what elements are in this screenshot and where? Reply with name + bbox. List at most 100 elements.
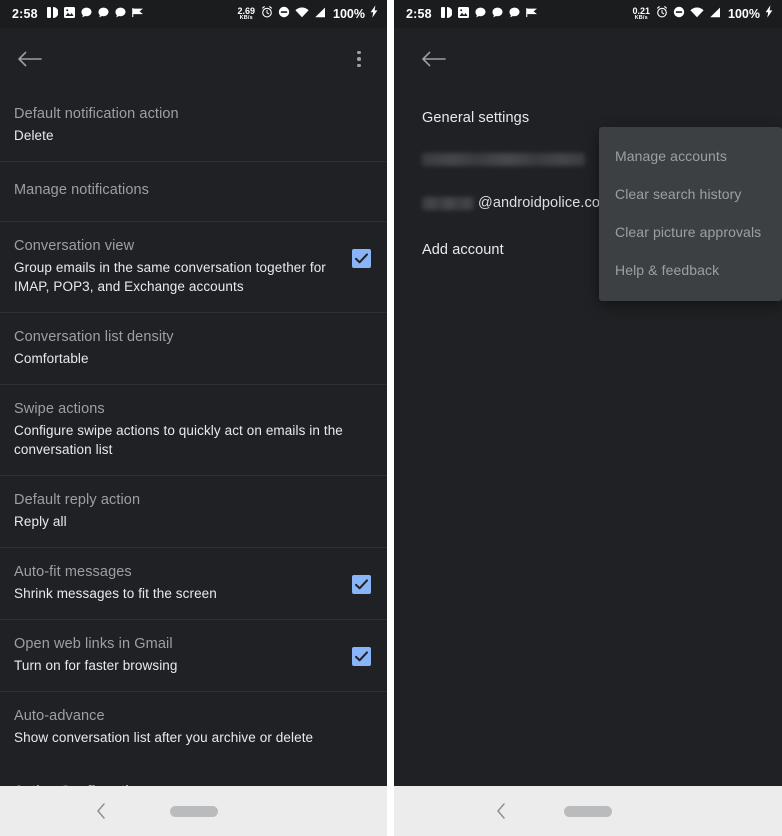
- status-bar-system-icons: 2.69 KB/s 100%: [237, 5, 378, 23]
- screenshot-divider: [387, 0, 394, 836]
- menu-item-clear-picture-approvals[interactable]: Clear picture approvals: [599, 213, 782, 251]
- network-speed-unit: KB/s: [634, 14, 648, 21]
- setting-title: Default notification action: [14, 106, 179, 122]
- redacted-account-name: [422, 152, 585, 166]
- setting-subtitle: Comfortable: [14, 351, 89, 366]
- navigation-bar: [394, 786, 782, 836]
- status-bar-notification-icons: [440, 5, 538, 23]
- row-text: Manage notifications: [14, 181, 371, 200]
- redacted-account-username: [422, 196, 474, 210]
- setting-row-swipe-actions[interactable]: Swipe actions Configure swipe actions to…: [0, 385, 387, 476]
- row-text: Default notification action Delete: [14, 105, 371, 145]
- row-text: Conversation list density Comfortable: [14, 328, 371, 368]
- row-text: Auto-fit messages Shrink messages to fit…: [14, 563, 338, 603]
- flag-icon: [526, 5, 538, 23]
- chat-bubble-icon: [509, 5, 520, 23]
- status-bar-notification-icons: [46, 5, 144, 23]
- battery-percentage: 100%: [333, 7, 365, 21]
- overflow-dot: [357, 50, 361, 55]
- signal-icon: [709, 5, 721, 23]
- setting-row-default-reply-action[interactable]: Default reply action Reply all: [0, 476, 387, 548]
- setting-row-conversation-view[interactable]: Conversation view Group emails in the sa…: [0, 222, 387, 313]
- signal-icon: [314, 5, 326, 23]
- setting-row-manage-notifications[interactable]: Manage notifications: [0, 162, 387, 222]
- setting-title: Auto-fit messages: [14, 564, 132, 580]
- setting-checkbox[interactable]: [352, 575, 371, 594]
- settings-list[interactable]: Default notification action Delete Manag…: [0, 90, 387, 786]
- setting-title: Swipe actions: [14, 401, 105, 417]
- setting-title: Open web links in Gmail: [14, 636, 173, 652]
- setting-row-default-notification-action[interactable]: Default notification action Delete: [0, 90, 387, 162]
- row-text: Auto-advance Show conversation list afte…: [14, 707, 371, 747]
- app-bar: [0, 28, 387, 90]
- accounts-list[interactable]: General settings @androidpolice.com Add …: [394, 90, 782, 786]
- row-text: Conversation view Group emails in the sa…: [14, 237, 338, 296]
- setting-subtitle: Shrink messages to fit the screen: [14, 586, 217, 601]
- menu-item-manage-accounts[interactable]: Manage accounts: [599, 137, 782, 175]
- general-settings-item[interactable]: General settings: [394, 90, 782, 126]
- setting-row-conversation-list-density[interactable]: Conversation list density Comfortable: [0, 313, 387, 385]
- setting-subtitle: Show conversation list after you archive…: [14, 730, 314, 745]
- section-header-action-confirmations: Action Confirmations: [0, 763, 387, 786]
- row-text: Default reply action Reply all: [14, 491, 371, 531]
- home-pill-indicator[interactable]: [564, 806, 612, 817]
- status-bar: 2:58: [0, 0, 387, 28]
- app-bar: [394, 28, 782, 90]
- account-domain-label: @androidpolice.com: [478, 195, 613, 211]
- overflow-popup-menu[interactable]: Manage accounts Clear search history Cle…: [599, 127, 782, 301]
- setting-subtitle: Configure swipe actions to quickly act o…: [14, 423, 343, 457]
- network-speed-indicator: 0.21 KB/s: [632, 6, 650, 22]
- chat-bubble-icon: [492, 5, 503, 23]
- setting-title: Manage notifications: [14, 182, 149, 198]
- back-arrow-icon[interactable]: [16, 49, 42, 69]
- dashboard-icon: [46, 5, 59, 23]
- setting-subtitle: Delete: [14, 128, 54, 143]
- menu-item-clear-search-history[interactable]: Clear search history: [599, 175, 782, 213]
- setting-title: Auto-advance: [14, 708, 105, 724]
- flag-icon: [132, 5, 144, 23]
- chat-bubble-icon: [475, 5, 486, 23]
- setting-title: Conversation list density: [14, 329, 174, 345]
- network-speed-indicator: 2.69 KB/s: [237, 6, 255, 22]
- back-arrow-icon[interactable]: [420, 49, 446, 69]
- setting-subtitle: Group emails in the same conversation to…: [14, 260, 326, 294]
- image-icon: [457, 5, 469, 23]
- setting-row-open-web-links-in-gmail[interactable]: Open web links in Gmail Turn on for fast…: [0, 620, 387, 692]
- row-text: Swipe actions Configure swipe actions to…: [14, 400, 371, 459]
- bolt-icon: [370, 5, 378, 23]
- dashboard-icon: [440, 5, 453, 23]
- chat-bubble-icon: [115, 5, 126, 23]
- alarm-icon: [656, 5, 668, 23]
- menu-item-help-and-feedback[interactable]: Help & feedback: [599, 251, 782, 289]
- image-icon: [63, 5, 75, 23]
- setting-row-auto-fit-messages[interactable]: Auto-fit messages Shrink messages to fit…: [0, 548, 387, 620]
- setting-subtitle: Reply all: [14, 514, 67, 529]
- dual-screenshot-container: 2:58 2.69 KB/s 100% Default notification…: [0, 0, 782, 836]
- status-bar-system-icons: 0.21 KB/s 100%: [632, 5, 773, 23]
- status-bar-clock: 2:58: [12, 7, 38, 21]
- chat-bubble-icon: [98, 5, 109, 23]
- do-not-disturb-icon: [278, 5, 290, 23]
- row-text: Open web links in Gmail Turn on for fast…: [14, 635, 338, 675]
- do-not-disturb-icon: [673, 5, 685, 23]
- navigation-bar: [0, 786, 387, 836]
- setting-title: Conversation view: [14, 238, 135, 254]
- right-phone-screen: 2:58 0.21 KB/s 100% General settings @an…: [394, 0, 782, 836]
- wifi-icon: [690, 5, 704, 23]
- alarm-icon: [261, 5, 273, 23]
- home-pill-indicator[interactable]: [169, 806, 218, 817]
- left-phone-screen: 2:58 2.69 KB/s 100% Default notification…: [0, 0, 387, 836]
- overflow-dot: [357, 63, 361, 68]
- setting-checkbox[interactable]: [352, 647, 371, 666]
- overflow-menu-icon[interactable]: [347, 47, 371, 71]
- battery-percentage: 100%: [728, 7, 760, 21]
- network-speed-unit: KB/s: [239, 14, 253, 21]
- nav-back-icon[interactable]: [94, 801, 108, 821]
- setting-row-auto-advance[interactable]: Auto-advance Show conversation list afte…: [0, 692, 387, 763]
- setting-checkbox[interactable]: [352, 249, 371, 268]
- chat-bubble-icon: [81, 5, 92, 23]
- setting-title: Default reply action: [14, 492, 141, 508]
- status-bar: 2:58: [394, 0, 782, 28]
- nav-back-icon[interactable]: [494, 801, 508, 821]
- status-bar-clock: 2:58: [406, 7, 432, 21]
